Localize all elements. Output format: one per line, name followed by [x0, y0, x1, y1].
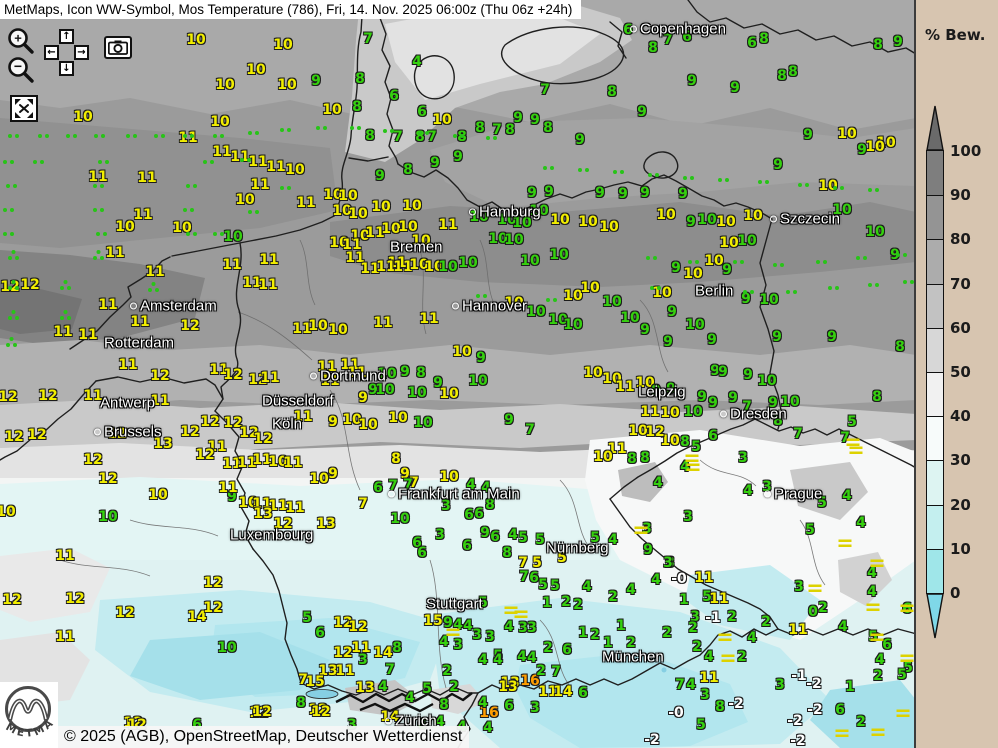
camera-icon — [108, 40, 128, 55]
pan-left-button[interactable]: ← — [44, 45, 59, 60]
colorbar-band — [927, 195, 943, 239]
map-canvas[interactable]: 1010101010910101010111111111110111111101… — [0, 0, 916, 748]
colorbar-tick-label: 20 — [950, 496, 971, 514]
attribution-bar: © 2025 (AGB), OpenStreetMap, Deutscher W… — [57, 726, 469, 748]
screenshot-button[interactable] — [104, 36, 132, 59]
map-background — [0, 0, 916, 748]
colorbar-top-arrow — [926, 105, 944, 151]
title-bar: MetMaps, Icon WW-Symbol, Mos Temperature… — [0, 0, 581, 19]
legend-colorbar — [927, 151, 943, 593]
zoom-in-button[interactable]: + — [6, 26, 36, 56]
legend-panel: % Bew. 1009080706050403020100 — [916, 0, 998, 748]
lake-constance — [306, 690, 338, 699]
colorbar-tick-label: 60 — [950, 319, 971, 337]
colorbar-tick-label: 100 — [950, 142, 981, 160]
attribution-text: © 2025 (AGB), OpenStreetMap, Deutscher W… — [64, 728, 462, 745]
legend-title: % Bew. — [925, 26, 985, 44]
colorbar-band — [927, 549, 943, 593]
colorbar-band — [927, 372, 943, 416]
zoom-out-button[interactable]: − — [6, 55, 36, 85]
metmaps-logo[interactable]: METMAPS — [0, 682, 58, 748]
map-title: MetMaps, Icon WW-Symbol, Mos Temperature… — [4, 2, 572, 17]
colorbar-band — [927, 328, 943, 372]
colorbar-band — [927, 239, 943, 283]
svg-text:+: + — [14, 31, 22, 46]
metmaps-logo-icon: METMAPS — [0, 682, 58, 748]
colorbar-tick-label: 70 — [950, 275, 971, 293]
colorbar-band — [927, 505, 943, 549]
colorbar-band — [927, 284, 943, 328]
colorbar-band — [927, 416, 943, 460]
colorbar-tick-label: 30 — [950, 451, 971, 469]
colorbar-tick-label: 80 — [950, 230, 971, 248]
colorbar-tick-label: 10 — [950, 540, 971, 558]
colorbar-band — [927, 460, 943, 504]
magnifier-plus-icon: + — [6, 26, 36, 56]
colorbar-tick-label: 90 — [950, 186, 971, 204]
colorbar-tick-label: 0 — [950, 584, 960, 602]
arrow-left-icon: ← — [47, 47, 55, 58]
metmaps-app: 1010101010910101010111111111110111111101… — [0, 0, 998, 748]
colorbar-tick-label: 40 — [950, 407, 971, 425]
colorbar-bottom-arrow — [926, 593, 944, 639]
pan-right-button[interactable]: → — [74, 45, 89, 60]
colorbar-band — [927, 151, 943, 195]
pan-up-button[interactable]: ↑ — [59, 29, 74, 44]
arrow-up-icon: ↑ — [62, 31, 70, 42]
arrow-right-icon: → — [77, 47, 85, 58]
arrow-down-icon: ↓ — [62, 63, 70, 74]
lake-chiemsee — [662, 668, 667, 673]
colorbar-tick-label: 50 — [950, 363, 971, 381]
expand-arrows-icon — [14, 99, 34, 118]
magnifier-minus-icon: − — [6, 55, 36, 85]
fullscreen-button[interactable] — [10, 95, 38, 122]
pan-down-button[interactable]: ↓ — [59, 61, 74, 76]
svg-text:−: − — [14, 58, 22, 74]
